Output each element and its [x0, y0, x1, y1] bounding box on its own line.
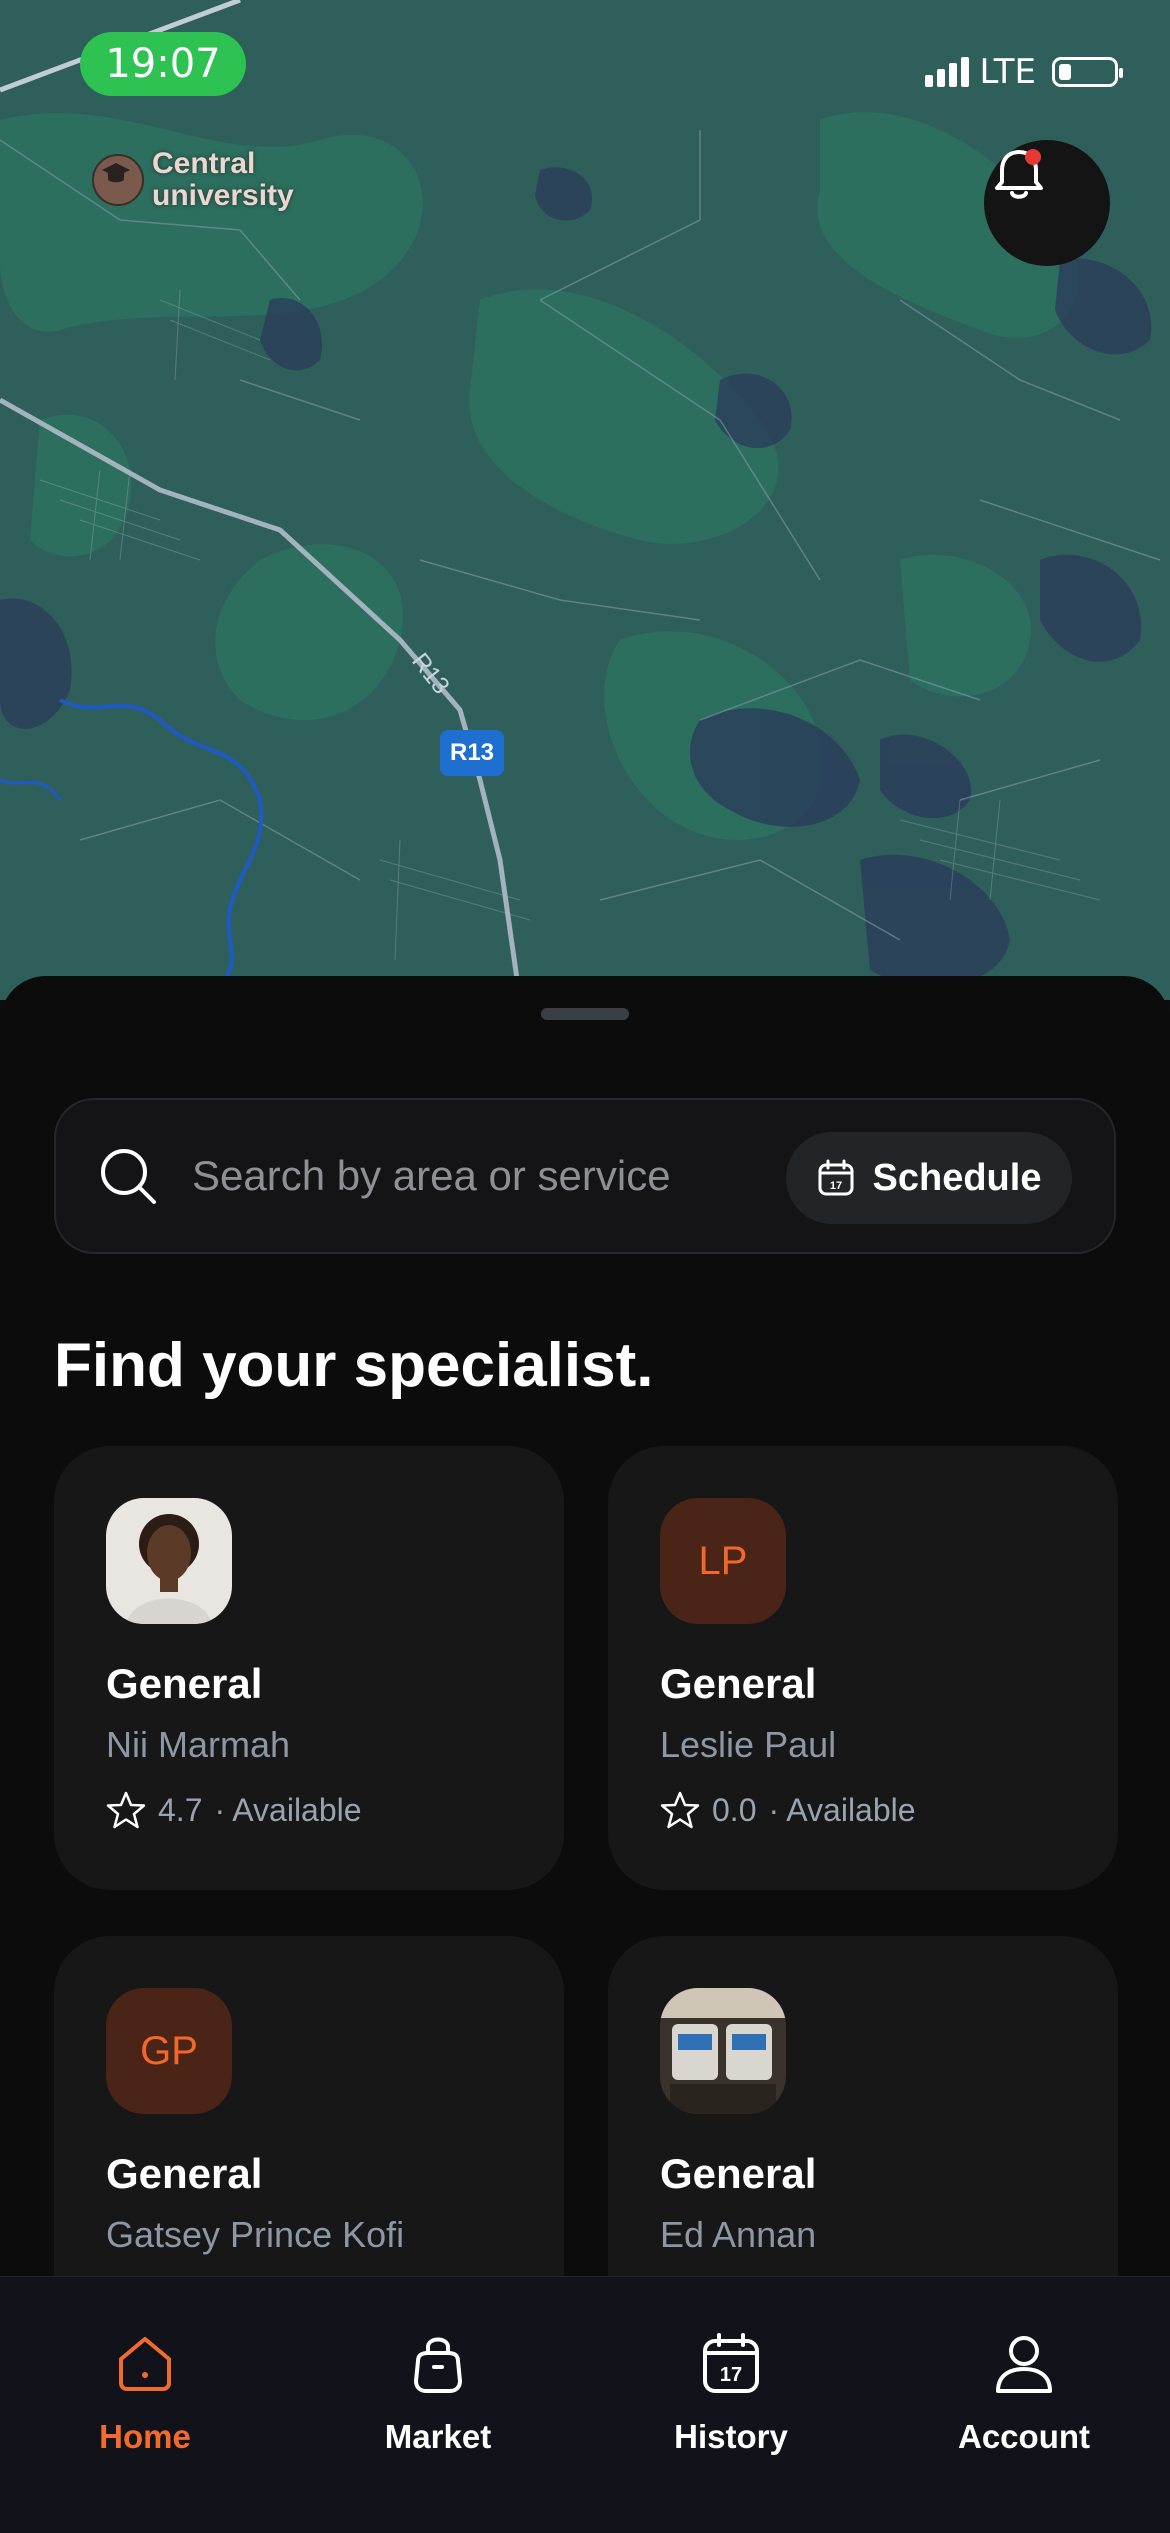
- rating-value: 4.7: [158, 1791, 203, 1828]
- calendar-icon: 17: [703, 2333, 759, 2393]
- specialist-card[interactable]: LP General Leslie Paul 0.0 · Available: [608, 1446, 1118, 1890]
- specialist-name: Gatsey Prince Kofi: [106, 2214, 405, 2255]
- section-title: Find your specialist.: [54, 1331, 654, 1400]
- road-badge: R13: [440, 730, 504, 776]
- notifications-button[interactable]: [984, 140, 1110, 266]
- search-bar[interactable]: Search by area or service 17 Schedule: [54, 1098, 1116, 1254]
- sheet-handle[interactable]: [541, 1008, 629, 1020]
- availability: · Available: [768, 1791, 916, 1828]
- specialist-meta: 4.7 · Available: [106, 1790, 362, 1830]
- search-icon: [101, 1149, 156, 1204]
- status-indicators: LTE: [925, 52, 1123, 92]
- map-view[interactable]: 19:07 LTE Central university R13 R13: [0, 0, 1170, 1000]
- graduation-cap-icon: [92, 154, 144, 206]
- avatar: GP: [106, 1988, 232, 2114]
- battery-icon: [1052, 57, 1123, 87]
- schedule-button[interactable]: 17 Schedule: [786, 1132, 1072, 1224]
- calendar-icon: 17: [818, 1159, 854, 1196]
- svg-text:17: 17: [720, 2364, 742, 2386]
- specialist-title: General: [660, 1660, 817, 1707]
- rating-value: 0.0: [712, 1791, 757, 1828]
- star-icon: [660, 1791, 700, 1829]
- signal-icon: [925, 57, 970, 87]
- network-label: LTE: [979, 52, 1036, 92]
- user-icon: [996, 2336, 1052, 2393]
- nav-home[interactable]: Home: [45, 2331, 245, 2456]
- nav-label: Market: [384, 2418, 492, 2455]
- specialist-title: General: [660, 2150, 817, 2197]
- avatar: [106, 1498, 232, 1624]
- bell-icon: [995, 149, 1043, 199]
- specialist-title: General: [106, 1660, 263, 1707]
- specialist-name: Nii Marmah: [106, 1724, 291, 1765]
- specialist-name: Ed Annan: [660, 2214, 817, 2255]
- poi-label: Central university: [152, 147, 294, 212]
- map-poi-central-university[interactable]: Central university: [92, 148, 294, 212]
- bottom-nav: Home Market 17 History Account: [0, 2276, 1170, 2533]
- specialist-card[interactable]: General Nii Marmah 4.7 · Available: [54, 1446, 564, 1890]
- home-icon: [119, 2337, 171, 2391]
- nav-label: Home: [99, 2418, 191, 2455]
- nav-account[interactable]: Account: [924, 2331, 1124, 2456]
- nav-market[interactable]: Market: [338, 2331, 538, 2456]
- search-input[interactable]: Search by area or service: [192, 1152, 671, 1200]
- star-icon: [106, 1791, 146, 1829]
- nav-history[interactable]: 17 History: [631, 2331, 831, 2456]
- status-time: 19:07: [80, 32, 246, 96]
- schedule-label: Schedule: [872, 1156, 1042, 1199]
- bag-icon: [414, 2337, 462, 2393]
- specialist-name: Leslie Paul: [660, 1724, 837, 1765]
- specialist-title: General: [106, 2150, 263, 2197]
- nav-label: History: [674, 2418, 788, 2455]
- avatar: LP: [660, 1498, 786, 1624]
- avatar: [660, 1988, 786, 2114]
- availability: · Available: [214, 1791, 362, 1828]
- specialist-meta: 0.0 · Available: [660, 1790, 916, 1830]
- nav-label: Account: [958, 2418, 1090, 2455]
- svg-text:17: 17: [829, 1180, 841, 1192]
